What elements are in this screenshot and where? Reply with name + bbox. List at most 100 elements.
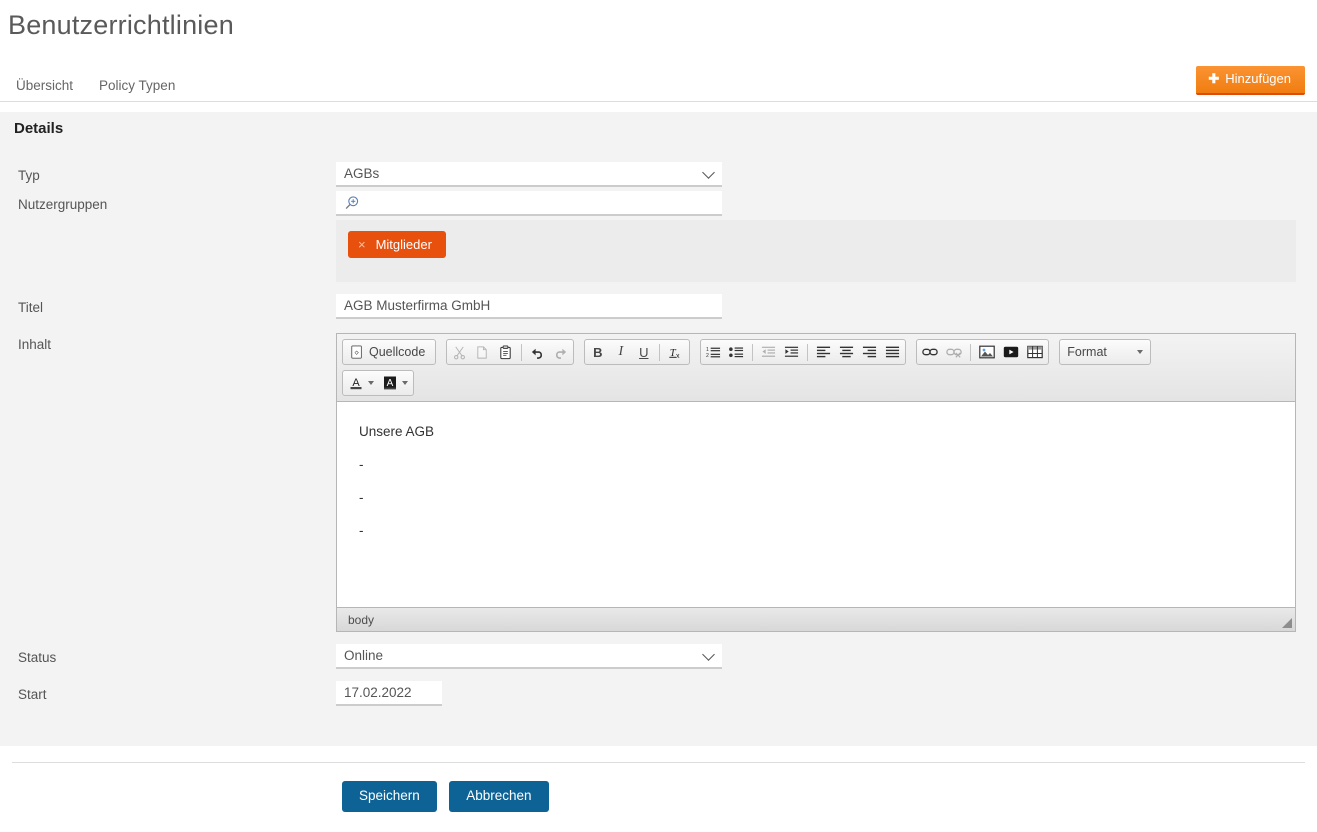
- label-typ: Typ: [18, 168, 40, 183]
- background-color-button[interactable]: A: [378, 372, 412, 394]
- label-status: Status: [18, 650, 57, 665]
- align-justify-icon: [886, 346, 900, 358]
- remove-format-button[interactable]: T x: [664, 341, 688, 363]
- source-code-icon: ◇: [351, 345, 362, 359]
- save-button[interactable]: Speichern: [342, 781, 437, 812]
- redo-button[interactable]: [549, 341, 572, 363]
- label-start: Start: [18, 687, 47, 702]
- add-button-label: Hinzufügen: [1225, 71, 1291, 86]
- start-date-input[interactable]: [336, 681, 442, 706]
- image-button[interactable]: [975, 341, 999, 363]
- clipboard-icon: [500, 344, 511, 359]
- align-right-icon: [863, 346, 877, 358]
- copy-icon: [477, 345, 488, 359]
- align-left-icon: [817, 346, 831, 358]
- align-left-button[interactable]: [812, 341, 835, 363]
- tab-uebersicht[interactable]: Übersicht: [12, 78, 83, 101]
- svg-text:2: 2: [706, 353, 709, 359]
- outdent-button[interactable]: [757, 341, 780, 363]
- bulleted-list-icon: [729, 347, 744, 358]
- editor-element-path: body: [337, 607, 1295, 631]
- toolbar-group-document: ◇ Quellcode: [342, 339, 437, 365]
- toolbar-group-paragraph: 1 2: [700, 339, 907, 365]
- titel-input[interactable]: [336, 294, 722, 319]
- text-color-button[interactable]: A: [344, 372, 378, 394]
- table-button[interactable]: [1023, 341, 1047, 363]
- tab-policy-typen[interactable]: Policy Typen: [95, 78, 185, 101]
- plus-icon: ✚: [1208, 71, 1220, 86]
- nutzergruppen-search-wrapper: [336, 191, 722, 216]
- toolbar-separator: [521, 343, 523, 361]
- tabbar: Übersicht Policy Typen ✚ Hinzufügen: [0, 64, 1317, 102]
- align-justify-button[interactable]: [881, 341, 904, 363]
- editor-paragraph: -: [359, 523, 364, 538]
- editor-paragraph: -: [359, 457, 364, 472]
- paste-button[interactable]: [494, 341, 517, 363]
- editor-toolbar-row-1: ◇ Quellcode B I U T x 1 2 Format: [342, 339, 1291, 365]
- undo-button[interactable]: [526, 341, 549, 363]
- undo-arrow-icon: [532, 348, 543, 359]
- format-combo[interactable]: Format: [1059, 339, 1152, 365]
- link-icon: [922, 348, 939, 356]
- bold-button[interactable]: B: [586, 341, 609, 363]
- toolbar-separator: [970, 343, 972, 361]
- cancel-button[interactable]: Abbrechen: [449, 781, 549, 812]
- toolbar-group-clipboard: [446, 339, 575, 365]
- chevron-down-icon: [402, 381, 408, 385]
- bulleted-list-button[interactable]: [725, 341, 748, 363]
- numbered-list-icon: 1 2: [706, 347, 721, 359]
- chevron-down-icon: [1137, 350, 1144, 354]
- video-button[interactable]: [999, 341, 1023, 363]
- toolbar-separator: [659, 343, 661, 361]
- svg-text:1: 1: [706, 347, 709, 353]
- add-button[interactable]: ✚ Hinzufügen: [1196, 66, 1305, 95]
- align-right-button[interactable]: [858, 341, 881, 363]
- control-status: [336, 644, 1299, 669]
- svg-text:x: x: [676, 351, 680, 359]
- status-select-wrapper[interactable]: [336, 644, 722, 669]
- bold-icon: B: [593, 344, 603, 360]
- form-row-inhalt: Inhalt ◇ Quellcode B I U T x 1 2 Format …: [18, 331, 1299, 632]
- typ-select[interactable]: [336, 162, 722, 187]
- image-icon: [979, 345, 996, 359]
- cut-button[interactable]: [448, 341, 471, 363]
- background-color-icon: A: [384, 376, 396, 390]
- typ-select-wrapper[interactable]: [336, 162, 722, 187]
- scissors-icon: [454, 346, 466, 359]
- format-combo-label: Format: [1067, 345, 1107, 359]
- tag-label: Mitglieder: [375, 237, 432, 252]
- align-center-button[interactable]: [835, 341, 858, 363]
- status-select[interactable]: [336, 644, 722, 669]
- italic-button[interactable]: I: [609, 341, 632, 363]
- remove-tag-icon[interactable]: ×: [358, 238, 366, 251]
- toolbar-group-basic-styles: B I U T x: [584, 339, 691, 365]
- indent-button[interactable]: [780, 341, 803, 363]
- unlink-icon: [946, 348, 963, 358]
- label-nutzergruppen: Nutzergruppen: [18, 197, 108, 212]
- table-icon: [1027, 345, 1044, 359]
- editor-toolbar: ◇ Quellcode B I U T x 1 2 Format A A: [337, 334, 1295, 402]
- underline-button[interactable]: U: [632, 341, 655, 363]
- tag-mitglieder[interactable]: × Mitglieder: [348, 231, 446, 258]
- redo-arrow-icon: [556, 348, 567, 359]
- details-section-header: Details: [0, 112, 1317, 146]
- form-row-start: Start: [18, 681, 1299, 706]
- link-button[interactable]: [918, 341, 942, 363]
- control-titel: [336, 294, 1299, 319]
- numbered-list-button[interactable]: 1 2: [702, 341, 725, 363]
- form-row-nutzergruppen: Nutzergruppen × Mitglieder: [18, 191, 1299, 282]
- nutzergruppen-search-input[interactable]: [336, 191, 722, 216]
- editor-toolbar-row-2: A A: [342, 370, 1291, 396]
- control-inhalt: ◇ Quellcode B I U T x 1 2 Format A A Uns…: [336, 331, 1299, 632]
- form-row-typ: Typ: [18, 162, 1299, 187]
- details-form: Typ Nutzergruppen: [0, 146, 1317, 746]
- form-footer: Speichern Abbrechen: [12, 762, 1305, 812]
- toolbar-separator: [807, 343, 809, 361]
- source-button[interactable]: ◇ Quellcode: [344, 341, 434, 363]
- resize-handle[interactable]: [1282, 618, 1292, 628]
- element-path-body[interactable]: body: [348, 613, 374, 627]
- unlink-button[interactable]: [942, 341, 966, 363]
- editor-content-area[interactable]: Unsere AGB - - -: [337, 402, 1295, 607]
- copy-button[interactable]: [471, 341, 494, 363]
- toolbar-separator: [752, 343, 754, 361]
